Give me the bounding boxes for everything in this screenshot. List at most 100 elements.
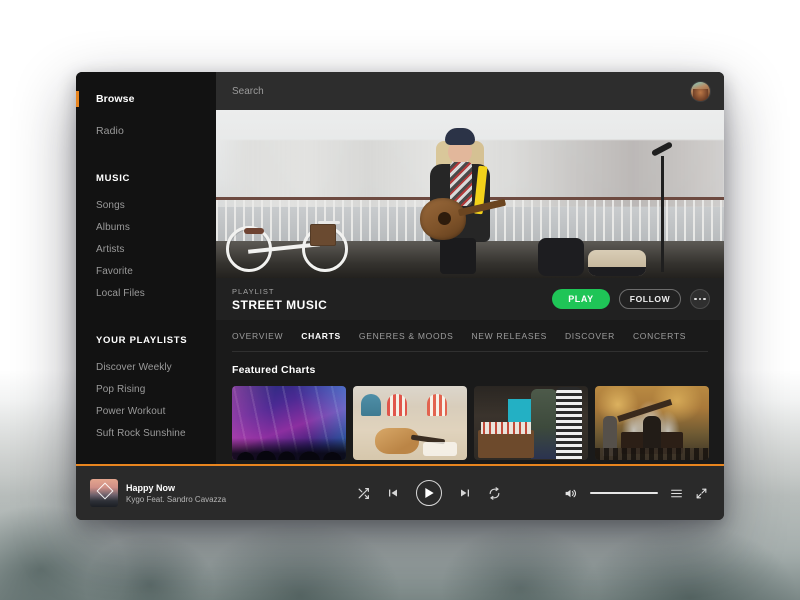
bicycle-basket <box>310 224 336 246</box>
card-record-market[interactable] <box>474 386 588 460</box>
track-metadata: Happy Now Kygo Feat. Sandro Cavazza <box>126 483 226 504</box>
sidebar-item-songs[interactable]: Songs <box>76 194 216 216</box>
playlist-title-block: PLAYLIST STREET MUSIC <box>232 287 552 312</box>
main-content: PLAYLIST STREET MUSIC PLAY FOLLOW <box>216 72 724 464</box>
expand-icon[interactable] <box>695 487 708 500</box>
card-outdoor-piano[interactable] <box>595 386 709 460</box>
sidebar-item-label: Browse <box>96 93 135 105</box>
playlist-kicker: PLAYLIST <box>232 286 275 296</box>
sidebar-item-local-files[interactable]: Local Files <box>76 282 216 304</box>
dot-icon <box>703 297 706 301</box>
sidebar-item-label: Local Files <box>96 287 145 299</box>
hero-microphone-stand <box>661 156 664 272</box>
track-artist: Kygo Feat. Sandro Cavazza <box>126 494 227 504</box>
music-app-window: Browse Radio MUSIC Songs Albums Artists <box>76 72 724 520</box>
bicycle-handlebar <box>318 221 340 224</box>
tab-discover[interactable]: DISCOVER <box>565 331 615 341</box>
now-playing: Happy Now Kygo Feat. Sandro Cavazza <box>90 479 300 507</box>
desktop-background: Browse Radio MUSIC Songs Albums Artists <box>0 0 800 600</box>
sidebar-item-label: Artists <box>96 243 125 255</box>
section-heading-featured-charts: Featured Charts <box>232 364 316 376</box>
beach-chair <box>427 394 447 416</box>
sidebar-item-power-workout[interactable]: Power Workout <box>76 400 216 422</box>
beach-towel <box>423 442 457 456</box>
avatar[interactable] <box>691 81 710 101</box>
sidebar-item-label: Songs <box>96 199 125 211</box>
card-concert-stage[interactable] <box>232 386 346 460</box>
tab-new-releases[interactable]: NEW RELEASES <box>471 331 546 341</box>
shopper <box>531 388 557 459</box>
player-right-controls <box>558 487 708 500</box>
volume-icon[interactable] <box>563 487 578 500</box>
transport-controls <box>300 480 558 506</box>
playlist-actions: PLAY FOLLOW <box>552 289 710 309</box>
sidebar-item-albums[interactable]: Albums <box>76 216 216 238</box>
guitar-on-sand <box>375 428 419 454</box>
hero-bags <box>538 234 658 276</box>
search-input[interactable] <box>232 85 691 97</box>
tab-bar: OVERVIEW CHARTS GENERES & MOODS NEW RELE… <box>232 320 708 352</box>
beach-chair <box>387 394 407 416</box>
top-bar <box>216 72 724 110</box>
tab-overview[interactable]: OVERVIEW <box>232 331 283 341</box>
album-art[interactable] <box>90 479 118 507</box>
sidebar-item-suft-rock-sunshine[interactable]: Suft Rock Sunshine <box>76 422 216 444</box>
sidebar-item-favorite[interactable]: Favorite <box>76 260 216 282</box>
sidebar-item-label: Suft Rock Sunshine <box>96 427 186 439</box>
sidebar-item-label: Radio <box>96 125 124 137</box>
sidebar-item-label: Discover Weekly <box>96 361 172 373</box>
hero-musician <box>414 126 507 274</box>
sidebar-item-browse[interactable]: Browse <box>76 88 216 110</box>
record-crate <box>478 422 534 458</box>
more-options-button[interactable] <box>690 289 710 309</box>
repeat-icon[interactable] <box>488 486 501 500</box>
musician-beanie <box>444 128 475 145</box>
guitar-soundhole <box>437 212 451 225</box>
playlist-header: PLAYLIST STREET MUSIC PLAY FOLLOW <box>216 278 724 320</box>
window-body: Browse Radio MUSIC Songs Albums Artists <box>76 72 724 464</box>
queue-list-icon[interactable] <box>670 487 683 500</box>
sidebar-item-discover-weekly[interactable]: Discover Weekly <box>76 356 216 378</box>
sidebar-item-radio[interactable]: Radio <box>76 120 216 142</box>
card-beach-guitar[interactable] <box>353 386 467 460</box>
sidebar-item-label: Power Workout <box>96 405 166 417</box>
follow-button[interactable]: FOLLOW <box>619 289 681 309</box>
musician-legs <box>439 238 476 274</box>
hero-bicycle <box>224 210 364 272</box>
sidebar-item-artists[interactable]: Artists <box>76 238 216 260</box>
play-pause-button[interactable] <box>416 480 442 506</box>
shopper-striped-shirt <box>556 387 582 460</box>
bicycle-seat <box>244 228 264 234</box>
track-title: Happy Now <box>126 482 176 493</box>
beach-chair <box>361 394 381 416</box>
page-title: STREET MUSIC <box>232 297 328 312</box>
backpack <box>538 238 584 276</box>
dot-icon <box>698 297 702 301</box>
dot-icon <box>694 297 697 301</box>
guitar-case <box>588 250 646 276</box>
player-bar: Happy Now Kygo Feat. Sandro Cavazza <box>76 464 724 520</box>
previous-track-icon[interactable] <box>387 487 399 499</box>
sidebar: Browse Radio MUSIC Songs Albums Artists <box>76 72 216 464</box>
next-track-icon[interactable] <box>459 487 471 499</box>
pianist <box>643 416 661 450</box>
tab-generes-and-moods[interactable]: GENERES & MOODS <box>359 331 454 341</box>
sidebar-item-label: Pop Rising <box>96 383 146 395</box>
tab-charts[interactable]: CHARTS <box>301 331 341 341</box>
hero-image <box>216 110 724 278</box>
play-playlist-button[interactable]: PLAY <box>552 289 610 309</box>
tab-concerts[interactable]: CONCERTS <box>633 331 686 341</box>
sidebar-heading-your-playlists: YOUR PLAYLISTS <box>96 335 188 346</box>
shuffle-icon[interactable] <box>357 487 370 500</box>
sidebar-item-label: Albums <box>96 221 130 233</box>
content-area: OVERVIEW CHARTS GENERES & MOODS NEW RELE… <box>216 320 724 464</box>
sidebar-item-pop-rising[interactable]: Pop Rising <box>76 378 216 400</box>
volume-slider[interactable] <box>590 492 658 494</box>
audience <box>595 448 709 460</box>
sidebar-heading-music: MUSIC <box>96 173 131 184</box>
